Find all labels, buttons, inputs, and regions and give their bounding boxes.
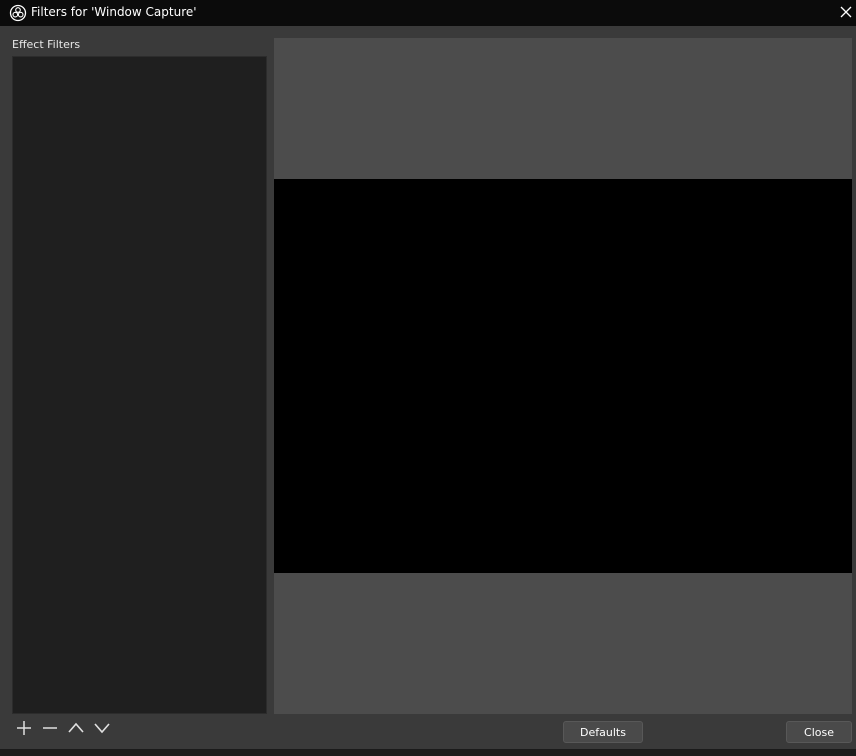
add-filter-button[interactable]: [13, 719, 35, 741]
remove-filter-button[interactable]: [39, 719, 61, 741]
defaults-button[interactable]: Defaults: [563, 721, 643, 743]
preview-video-area: [274, 179, 852, 573]
window-title: Filters for 'Window Capture': [31, 5, 197, 19]
minus-icon: [41, 719, 59, 741]
title-bar: Filters for 'Window Capture': [0, 0, 856, 26]
plus-icon: [15, 719, 33, 741]
close-icon[interactable]: [836, 0, 856, 24]
effect-filters-list[interactable]: [12, 56, 267, 714]
chevron-down-icon: [93, 719, 111, 741]
effect-filters-label: Effect Filters: [12, 38, 81, 51]
move-filter-down-button[interactable]: [91, 719, 113, 741]
taskbar-strip: [0, 749, 856, 756]
source-preview: [274, 38, 852, 714]
chevron-up-icon: [67, 719, 85, 741]
move-filter-up-button[interactable]: [65, 719, 87, 741]
close-button[interactable]: Close: [786, 721, 852, 743]
dialog-body: Effect Filters Defaults Close: [0, 26, 856, 756]
obs-logo-icon: [9, 4, 27, 22]
